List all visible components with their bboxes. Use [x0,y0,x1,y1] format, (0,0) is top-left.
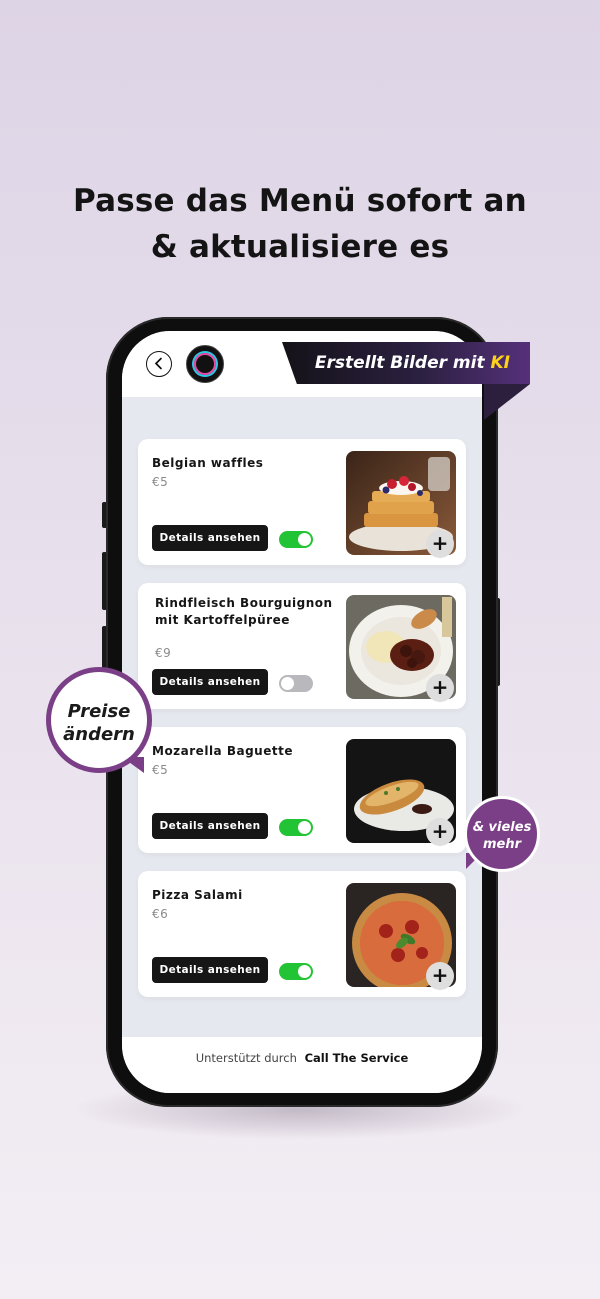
toggle-knob [298,821,311,834]
availability-toggle[interactable] [279,963,313,980]
headline: Passe das Menü sofort an & aktualisiere … [0,178,600,270]
toggle-knob [298,533,311,546]
ki-banner-text: Erstellt Bilder mit [314,353,491,373]
bubble-line-1: & vieles [472,820,532,835]
bubble-line-2: mehr [482,837,522,852]
ki-banner: Erstellt Bilder mit KI [282,342,530,384]
menu-item-name: Rindfleisch Bourguignon mit Kartoffelpür… [155,596,333,627]
menu-item-name: Mozarella Baguette [152,744,293,758]
add-item-button[interactable]: + [426,674,454,702]
menu-item-card: Pizza Salami €6 Details ansehen + [138,871,466,997]
logo-ring [194,353,216,375]
menu-item-price: €6 [152,907,169,921]
bubble-line-1: Preise [67,701,131,722]
details-button[interactable]: Details ansehen [152,669,268,695]
menu-item-price: €9 [155,646,172,660]
details-button[interactable]: Details ansehen [152,813,268,839]
toggle-knob [298,965,311,978]
app-footer: Unterstützt durch Call The Service [122,1037,482,1093]
availability-toggle[interactable] [279,675,313,692]
back-button[interactable] [146,351,172,377]
menu-item-price: €5 [152,475,169,489]
details-button[interactable]: Details ansehen [152,525,268,551]
preise-aendern-bubble: Preise ändern [46,667,152,773]
phone-screen: Belgian waffles €5 Details ansehen + Rin… [122,331,482,1093]
availability-toggle[interactable] [279,819,313,836]
chevron-left-icon [154,357,162,370]
availability-toggle[interactable] [279,531,313,548]
add-item-button[interactable]: + [426,530,454,558]
headline-line-1: Passe das Menü sofort an [73,183,527,219]
add-item-button[interactable]: + [426,818,454,846]
menu-item-card: Rindfleisch Bourguignon mit Kartoffelpür… [138,583,466,709]
toggle-knob [281,677,294,690]
footer-brand-link[interactable]: Call The Service [305,1051,409,1065]
details-button[interactable]: Details ansehen [152,957,268,983]
menu-item-card: Mozarella Baguette €5 Details ansehen + [138,727,466,853]
headline-line-2: & aktualisiere es [150,229,450,265]
add-item-button[interactable]: + [426,962,454,990]
phone-frame: Belgian waffles €5 Details ansehen + Rin… [106,317,498,1107]
restaurant-logo-icon [186,345,224,383]
menu-item-card: Belgian waffles €5 Details ansehen + [138,439,466,565]
bubble-line-2: ändern [63,724,135,745]
vieles-mehr-bubble: & vieles mehr [464,796,540,872]
menu-item-name: Pizza Salami [152,888,243,902]
footer-prefix: Unterstützt durch [195,1051,297,1065]
menu-item-name: Belgian waffles [152,456,264,470]
menu-item-price: €5 [152,763,169,777]
ki-highlight: KI [490,353,511,373]
